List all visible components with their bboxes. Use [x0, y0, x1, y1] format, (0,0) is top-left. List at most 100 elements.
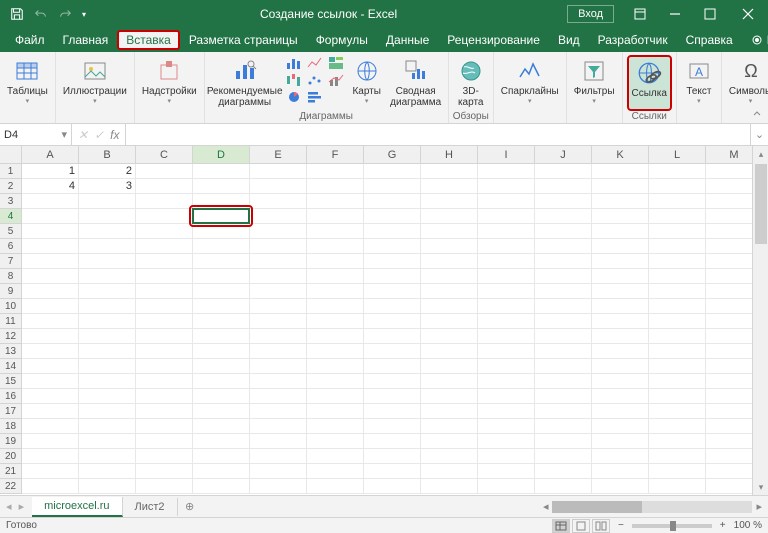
- column-header[interactable]: F: [307, 146, 364, 164]
- cell[interactable]: [535, 449, 592, 464]
- cell[interactable]: [250, 404, 307, 419]
- cell[interactable]: [421, 164, 478, 179]
- cell[interactable]: [364, 209, 421, 224]
- column-header[interactable]: G: [364, 146, 421, 164]
- cell[interactable]: [592, 179, 649, 194]
- cell[interactable]: [250, 179, 307, 194]
- page-break-view-icon[interactable]: [592, 519, 610, 533]
- cell[interactable]: [364, 224, 421, 239]
- cell[interactable]: [22, 299, 79, 314]
- close-icon[interactable]: [728, 0, 768, 28]
- cell[interactable]: [250, 374, 307, 389]
- cell[interactable]: [22, 359, 79, 374]
- cell[interactable]: [364, 254, 421, 269]
- cell[interactable]: [421, 269, 478, 284]
- normal-view-icon[interactable]: [552, 519, 570, 533]
- fx-icon[interactable]: fx: [110, 128, 119, 142]
- cell[interactable]: [592, 344, 649, 359]
- cell[interactable]: [535, 404, 592, 419]
- cell[interactable]: [22, 239, 79, 254]
- cell[interactable]: [79, 254, 136, 269]
- scroll-right-icon[interactable]: ▸: [756, 500, 762, 513]
- cell[interactable]: [79, 449, 136, 464]
- cell[interactable]: [307, 224, 364, 239]
- cell[interactable]: [478, 179, 535, 194]
- cell[interactable]: [592, 389, 649, 404]
- cell[interactable]: [79, 239, 136, 254]
- row-header[interactable]: 14: [0, 359, 22, 374]
- tab-file[interactable]: Файл: [6, 30, 54, 50]
- cell[interactable]: [136, 344, 193, 359]
- cell[interactable]: [649, 374, 706, 389]
- cell[interactable]: [421, 434, 478, 449]
- cell[interactable]: [535, 314, 592, 329]
- row-header[interactable]: 7: [0, 254, 22, 269]
- cell[interactable]: [535, 464, 592, 479]
- cell[interactable]: [307, 434, 364, 449]
- cell[interactable]: [193, 449, 250, 464]
- cell[interactable]: [79, 434, 136, 449]
- chevron-down-icon[interactable]: ▾: [61, 128, 67, 141]
- cell[interactable]: [592, 329, 649, 344]
- cell[interactable]: [136, 209, 193, 224]
- formula-input[interactable]: [126, 124, 750, 145]
- cell[interactable]: [22, 224, 79, 239]
- qat-dropdown-icon[interactable]: ▾: [78, 3, 90, 25]
- tab-formulas[interactable]: Формулы: [307, 30, 377, 50]
- collapse-ribbon-icon[interactable]: [750, 107, 764, 121]
- cell[interactable]: [193, 164, 250, 179]
- cell[interactable]: [22, 374, 79, 389]
- cell[interactable]: [364, 179, 421, 194]
- cell[interactable]: [364, 449, 421, 464]
- cell[interactable]: [79, 374, 136, 389]
- cell[interactable]: [193, 224, 250, 239]
- filters-button[interactable]: Фильтры ▾: [571, 55, 618, 111]
- cell[interactable]: [307, 449, 364, 464]
- cell[interactable]: [535, 284, 592, 299]
- combo-chart-icon[interactable]: [326, 72, 346, 88]
- cell[interactable]: [478, 224, 535, 239]
- cell[interactable]: 1: [22, 164, 79, 179]
- cell[interactable]: [193, 389, 250, 404]
- cell[interactable]: [307, 329, 364, 344]
- cell[interactable]: [649, 239, 706, 254]
- cell[interactable]: [22, 389, 79, 404]
- cell[interactable]: [478, 284, 535, 299]
- cell[interactable]: [193, 344, 250, 359]
- column-chart-icon[interactable]: [284, 55, 304, 71]
- cell[interactable]: [22, 449, 79, 464]
- cell[interactable]: [364, 194, 421, 209]
- cell[interactable]: [22, 284, 79, 299]
- cell[interactable]: [478, 404, 535, 419]
- cell[interactable]: [592, 194, 649, 209]
- cell[interactable]: [592, 254, 649, 269]
- cell[interactable]: [592, 209, 649, 224]
- row-header[interactable]: 21: [0, 464, 22, 479]
- cell[interactable]: [307, 284, 364, 299]
- cell[interactable]: [592, 314, 649, 329]
- cell[interactable]: [421, 284, 478, 299]
- column-header[interactable]: E: [250, 146, 307, 164]
- cell[interactable]: [136, 269, 193, 284]
- cell[interactable]: [79, 194, 136, 209]
- cell[interactable]: [250, 359, 307, 374]
- cell[interactable]: [136, 239, 193, 254]
- cell[interactable]: [592, 359, 649, 374]
- cell[interactable]: [307, 299, 364, 314]
- cell[interactable]: [535, 194, 592, 209]
- cell[interactable]: [22, 464, 79, 479]
- cell[interactable]: [649, 479, 706, 494]
- hierarchy-chart-icon[interactable]: [326, 55, 346, 71]
- select-all-corner[interactable]: [0, 146, 22, 164]
- cell[interactable]: [250, 239, 307, 254]
- cell[interactable]: [136, 194, 193, 209]
- cell[interactable]: [364, 239, 421, 254]
- cell[interactable]: [649, 314, 706, 329]
- cell[interactable]: [535, 329, 592, 344]
- cell[interactable]: [193, 299, 250, 314]
- cell[interactable]: [79, 359, 136, 374]
- cell[interactable]: [136, 389, 193, 404]
- cell[interactable]: [592, 164, 649, 179]
- cell[interactable]: [193, 209, 250, 224]
- cell[interactable]: [364, 269, 421, 284]
